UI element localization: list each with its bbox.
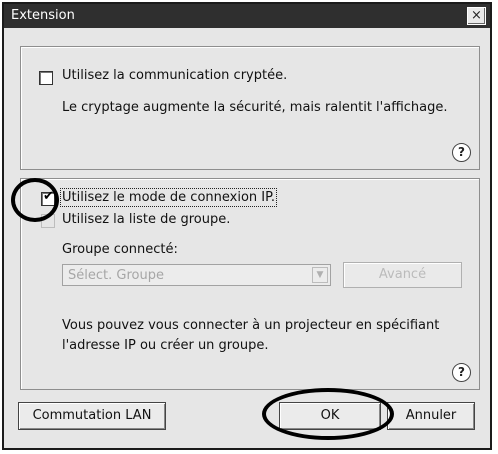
dropdown-arrow-icon[interactable]: ▼ [312,267,328,283]
encryption-checkbox[interactable] [39,71,53,85]
encryption-help-icon[interactable]: ? [452,143,471,162]
connection-description-line2: l'adresse IP ou créer un groupe. [62,338,269,353]
cancel-button[interactable]: Annuler [387,402,475,430]
connection-help-icon[interactable]: ? [452,363,471,382]
ip-mode-checkbox-label[interactable]: Utilisez le mode de connexion IP. [59,188,278,207]
dialog-title: Extension [11,8,75,23]
encryption-checkbox-label[interactable]: Utilisez la communication cryptée. [62,68,287,83]
checkmark-icon: ✔ [43,189,54,204]
lan-switch-button[interactable]: Commutation LAN [18,402,166,430]
close-button[interactable]: × [467,7,486,25]
advanced-button[interactable]: Avancé [343,262,462,288]
title-bar[interactable]: Extension × [4,4,490,28]
ip-mode-checkbox[interactable]: ✔ [41,189,55,206]
group-select-dropdown[interactable]: Sélect. Groupe ▼ [62,264,331,286]
connection-description-line1: Vous pouvez vous connecter à un projecte… [62,318,440,333]
ok-button[interactable]: OK [279,402,381,430]
group-select-value: Sélect. Groupe [68,268,164,283]
encryption-description: Le cryptage augmente la sécurité, mais r… [62,100,448,115]
encryption-group: Utilisez la communication cryptée. Le cr… [20,46,480,170]
close-icon: × [471,8,482,23]
extension-dialog: Extension × Utilisez la communication cr… [2,2,492,450]
group-list-checkbox-label[interactable]: Utilisez la liste de groupe. [62,212,230,227]
connected-group-label: Groupe connecté: [62,242,178,257]
group-list-checkbox[interactable] [41,214,55,228]
